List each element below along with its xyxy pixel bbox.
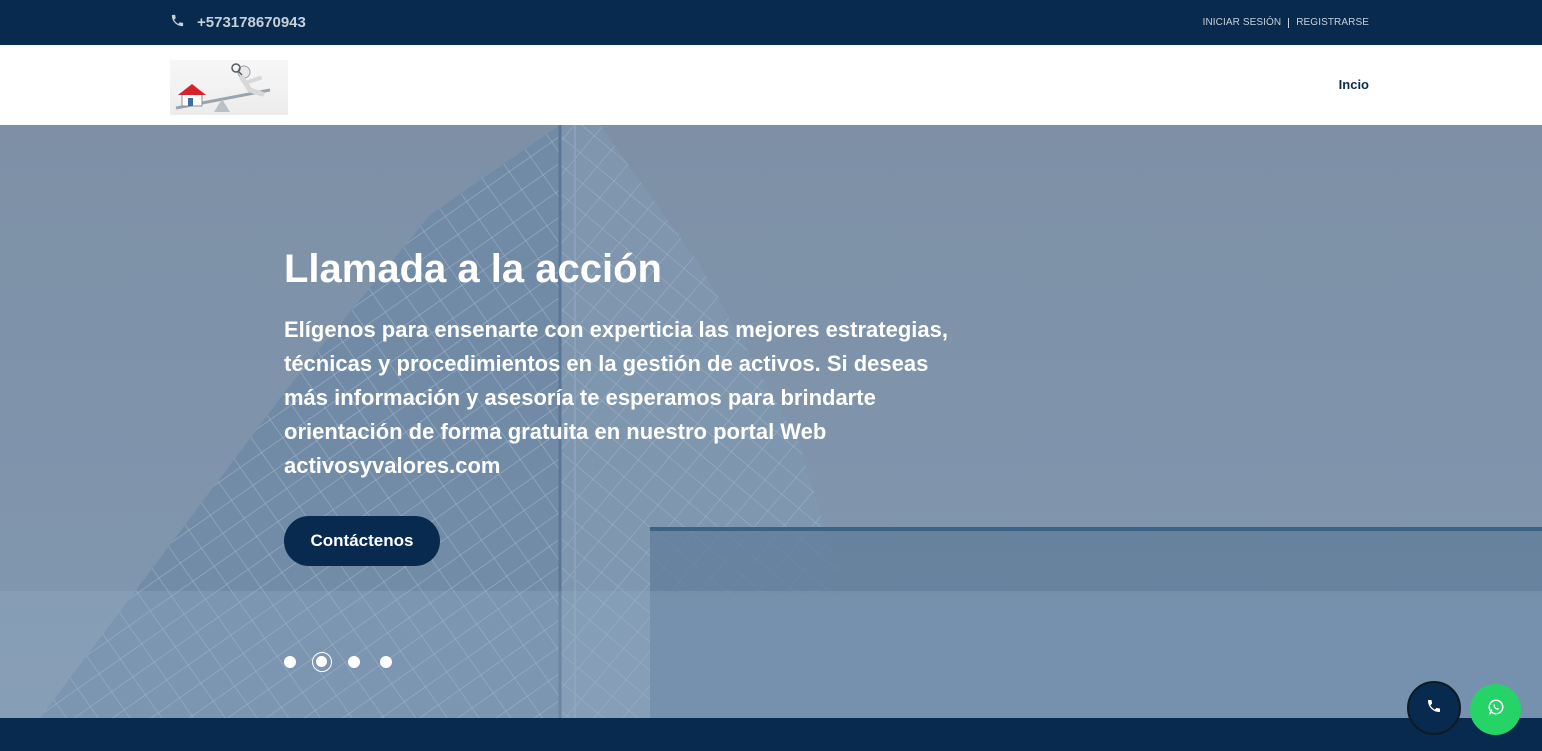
phone-number: +573178670943 bbox=[197, 14, 306, 31]
nav-item-inicio[interactable]: Incio bbox=[1339, 77, 1369, 92]
register-link[interactable]: REGISTRARSE bbox=[1296, 17, 1369, 28]
hero-bottom-band bbox=[0, 591, 1542, 718]
slider-dot-3[interactable] bbox=[348, 656, 360, 668]
login-link[interactable]: INICIAR SESIÓN bbox=[1203, 17, 1282, 28]
links-divider bbox=[1288, 17, 1290, 28]
hero-title: Llamada a la acción bbox=[284, 247, 662, 291]
top-bar: +573178670943 INICIAR SESIÓN REGISTRARSE bbox=[0, 0, 1542, 45]
whatsapp-icon bbox=[1487, 698, 1505, 721]
logo-house-balance-icon bbox=[175, 63, 271, 112]
topbar-phone[interactable]: +573178670943 bbox=[170, 13, 306, 32]
phone-icon bbox=[1426, 698, 1442, 719]
floating-call-button[interactable] bbox=[1407, 681, 1461, 735]
footer-band bbox=[0, 718, 1542, 751]
slider-dot-4[interactable] bbox=[380, 656, 392, 668]
slider-dot-1[interactable] bbox=[284, 656, 296, 668]
hero-banner: Llamada a la acción Elígenos para ensena… bbox=[0, 125, 1542, 718]
slider-dot-2-active[interactable] bbox=[312, 652, 332, 672]
hero-content: Llamada a la acción Elígenos para ensena… bbox=[284, 245, 964, 483]
hero-description: Elígenos para ensenarte con experticia l… bbox=[284, 317, 948, 478]
slider-pagination bbox=[284, 652, 412, 672]
account-links: INICIAR SESIÓN REGISTRARSE bbox=[1203, 17, 1369, 28]
site-header: Incio bbox=[0, 45, 1542, 125]
phone-icon bbox=[170, 13, 197, 32]
site-logo[interactable] bbox=[170, 60, 288, 115]
contact-button[interactable]: Contáctenos bbox=[284, 516, 440, 566]
floating-whatsapp-button[interactable] bbox=[1470, 684, 1521, 735]
